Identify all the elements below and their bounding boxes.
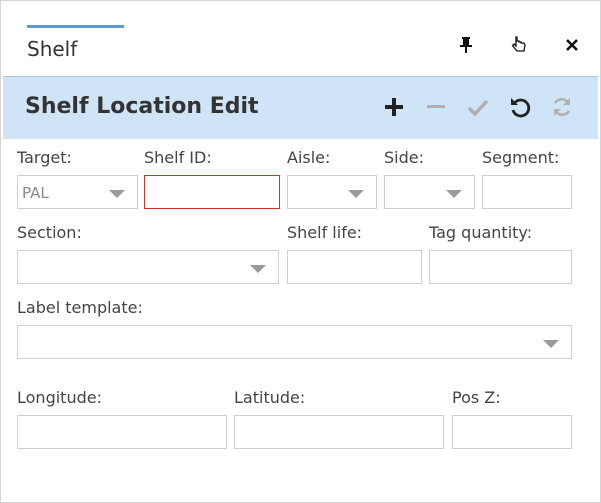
shelf-id-input[interactable] bbox=[145, 176, 279, 208]
longitude-input[interactable] bbox=[18, 416, 226, 448]
shelf-window: Shelf Shelf Location Edit Target: PAL Sh… bbox=[0, 0, 601, 503]
pos-z-label: Pos Z: bbox=[452, 388, 501, 407]
target-value: PAL bbox=[22, 184, 49, 202]
latitude-input[interactable] bbox=[235, 416, 443, 448]
section-label: Section: bbox=[17, 223, 82, 242]
segment-label: Segment: bbox=[482, 148, 560, 167]
tag-quantity-label: Tag quantity: bbox=[429, 223, 533, 242]
longitude-field[interactable] bbox=[17, 415, 227, 449]
latitude-field[interactable] bbox=[234, 415, 444, 449]
shelf-life-input[interactable] bbox=[288, 251, 421, 283]
close-icon[interactable] bbox=[561, 34, 583, 56]
tab-shelf[interactable]: Shelf bbox=[27, 37, 77, 61]
section-dropdown[interactable] bbox=[17, 250, 279, 284]
add-icon[interactable] bbox=[380, 93, 408, 121]
tag-quantity-input[interactable] bbox=[430, 251, 571, 283]
side-dropdown[interactable] bbox=[384, 175, 475, 209]
active-tab-indicator bbox=[27, 25, 124, 28]
longitude-label: Longitude: bbox=[17, 388, 102, 407]
remove-icon[interactable] bbox=[422, 93, 450, 121]
pos-z-input[interactable] bbox=[453, 416, 571, 448]
panel-title: Shelf Location Edit bbox=[25, 94, 259, 119]
target-label: Target: bbox=[17, 148, 72, 167]
chevron-down-icon bbox=[543, 340, 559, 348]
refresh-icon[interactable] bbox=[548, 93, 576, 121]
latitude-label: Latitude: bbox=[234, 388, 306, 407]
confirm-icon[interactable] bbox=[464, 93, 492, 121]
shelf-life-label: Shelf life: bbox=[287, 223, 363, 242]
side-label: Side: bbox=[384, 148, 424, 167]
pointer-icon[interactable] bbox=[508, 34, 530, 56]
chevron-down-icon bbox=[109, 190, 125, 198]
aisle-label: Aisle: bbox=[287, 148, 331, 167]
chevron-down-icon bbox=[250, 265, 266, 273]
shelf-id-field[interactable] bbox=[144, 175, 280, 209]
shelf-id-label: Shelf ID: bbox=[144, 148, 212, 167]
segment-input[interactable] bbox=[483, 176, 571, 208]
label-template-dropdown[interactable] bbox=[17, 325, 572, 359]
panel-header: Shelf Location Edit bbox=[3, 76, 598, 139]
shelf-life-field[interactable] bbox=[287, 250, 422, 284]
segment-field[interactable] bbox=[482, 175, 572, 209]
aisle-dropdown[interactable] bbox=[287, 175, 377, 209]
chevron-down-icon bbox=[348, 190, 364, 198]
label-template-label: Label template: bbox=[17, 298, 143, 317]
target-dropdown[interactable]: PAL bbox=[17, 175, 138, 209]
undo-icon[interactable] bbox=[506, 93, 534, 121]
pos-z-field[interactable] bbox=[452, 415, 572, 449]
chevron-down-icon bbox=[446, 190, 462, 198]
tag-quantity-field[interactable] bbox=[429, 250, 572, 284]
pin-icon[interactable] bbox=[455, 34, 477, 56]
